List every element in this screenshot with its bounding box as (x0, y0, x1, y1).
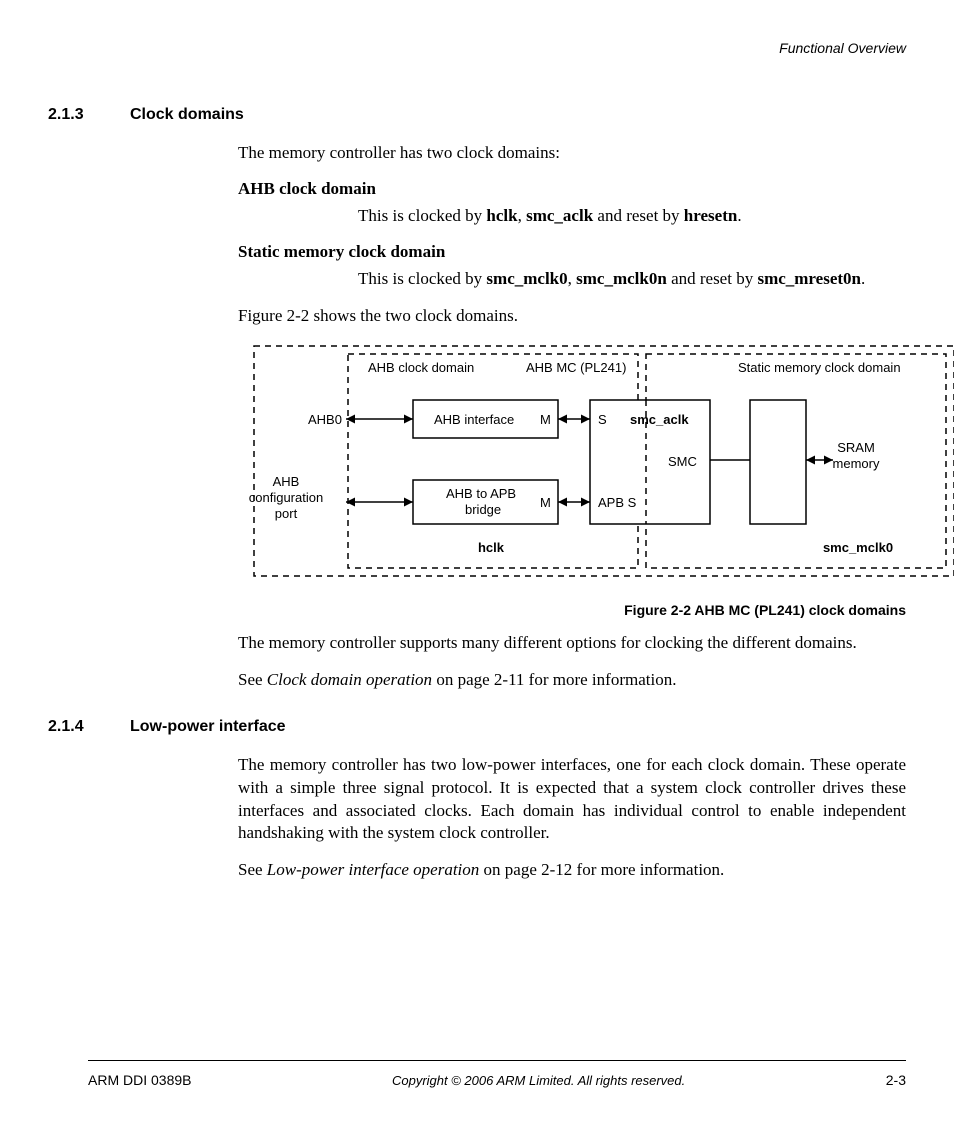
text: and reset by (593, 206, 684, 225)
footer-copyright: Copyright © 2006 ARM Limited. All rights… (392, 1073, 685, 1088)
label-cfg3: port (275, 506, 298, 521)
section-title: Low-power interface (130, 718, 286, 736)
section-heading-213: 2.1.3 Clock domains (48, 106, 906, 124)
text: and reset by (667, 269, 758, 288)
text: See (238, 860, 267, 879)
figure-2-2-diagram: AHB clock domain AHB MC (PL241) Static m… (238, 342, 906, 692)
def1-body: This is clocked by hclk, smc_aclk and re… (358, 205, 906, 228)
text: on page 2-11 for more information. (432, 670, 676, 689)
page-footer: ARM DDI 0389B Copyright © 2006 ARM Limit… (88, 1072, 906, 1088)
section-number: 2.1.4 (48, 718, 130, 736)
footer-doc-id: ARM DDI 0389B (88, 1072, 191, 1088)
label-hclk: hclk (478, 540, 505, 555)
label-smc-mclk0: smc_mclk0 (823, 540, 893, 555)
section-heading-214: 2.1.4 Low-power interface (48, 718, 906, 736)
term-smc-mclk0: smc_mclk0 (486, 269, 567, 288)
label-cfg1: AHB (273, 474, 300, 489)
label-sram2: memory (833, 456, 880, 471)
label-ahb-mc: AHB MC (PL241) (526, 360, 626, 375)
text: , (518, 206, 527, 225)
label-ahb0: AHB0 (308, 412, 342, 427)
lpi-p1: The memory controller has two low-power … (238, 754, 906, 846)
text: on page 2-12 for more information. (479, 860, 724, 879)
label-apb-s: APB S (598, 495, 637, 510)
intro-para: The memory controller has two clock doma… (238, 142, 906, 165)
def2-body: This is clocked by smc_mclk0, smc_mclk0n… (358, 268, 906, 291)
label-smc: SMC (668, 454, 697, 469)
label-sram1: SRAM (837, 440, 875, 455)
label-m1: M (540, 412, 551, 427)
label-static-domain: Static memory clock domain (738, 360, 901, 375)
figure-ref: Figure 2-2 shows the two clock domains. (238, 305, 906, 328)
footer-page-num: 2-3 (886, 1072, 906, 1088)
text: See (238, 670, 267, 689)
text: . (861, 269, 865, 288)
running-head: Functional Overview (48, 40, 906, 56)
def2-head: Static memory clock domain (238, 242, 906, 262)
text: This is clocked by (358, 206, 486, 225)
page: Functional Overview 2.1.3 Clock domains … (0, 0, 954, 882)
label-m2: M (540, 495, 551, 510)
label-ahb-domain: AHB clock domain (368, 360, 474, 375)
text: , (568, 269, 577, 288)
label-cfg2: configuration (249, 490, 323, 505)
post-fig-p2: See Clock domain operation on page 2-11 … (238, 669, 906, 692)
term-smc-aclk: smc_aclk (526, 206, 593, 225)
section-body-213: The memory controller has two clock doma… (238, 142, 906, 328)
xref-clock-domain-op: Clock domain operation (267, 670, 432, 689)
post-fig-p1: The memory controller supports many diff… (238, 632, 906, 655)
footer-rule (88, 1060, 906, 1061)
label-apb-bridge-2: bridge (465, 502, 501, 517)
term-hclk: hclk (486, 206, 517, 225)
lpi-p2: See Low-power interface operation on pag… (238, 859, 906, 882)
term-hresetn: hresetn (684, 206, 738, 225)
label-apb-bridge-1: AHB to APB (446, 486, 516, 501)
section-title: Clock domains (130, 106, 244, 124)
label-s: S (598, 412, 607, 427)
label-ahb-interface: AHB interface (434, 412, 514, 427)
def1-head: AHB clock domain (238, 179, 906, 199)
clock-domains-svg: AHB clock domain AHB MC (PL241) Static m… (238, 342, 954, 582)
term-smc-mclk0n: smc_mclk0n (576, 269, 667, 288)
text: . (737, 206, 741, 225)
section-body-214: The memory controller has two low-power … (238, 754, 906, 883)
section-number: 2.1.3 (48, 106, 130, 124)
term-smc-mreset0n: smc_mreset0n (757, 269, 861, 288)
label-smc-aclk: smc_aclk (630, 412, 689, 427)
figure-caption: Figure 2-2 AHB MC (PL241) clock domains (238, 602, 906, 618)
xref-lpi-op: Low-power interface operation (267, 860, 479, 879)
text: This is clocked by (358, 269, 486, 288)
